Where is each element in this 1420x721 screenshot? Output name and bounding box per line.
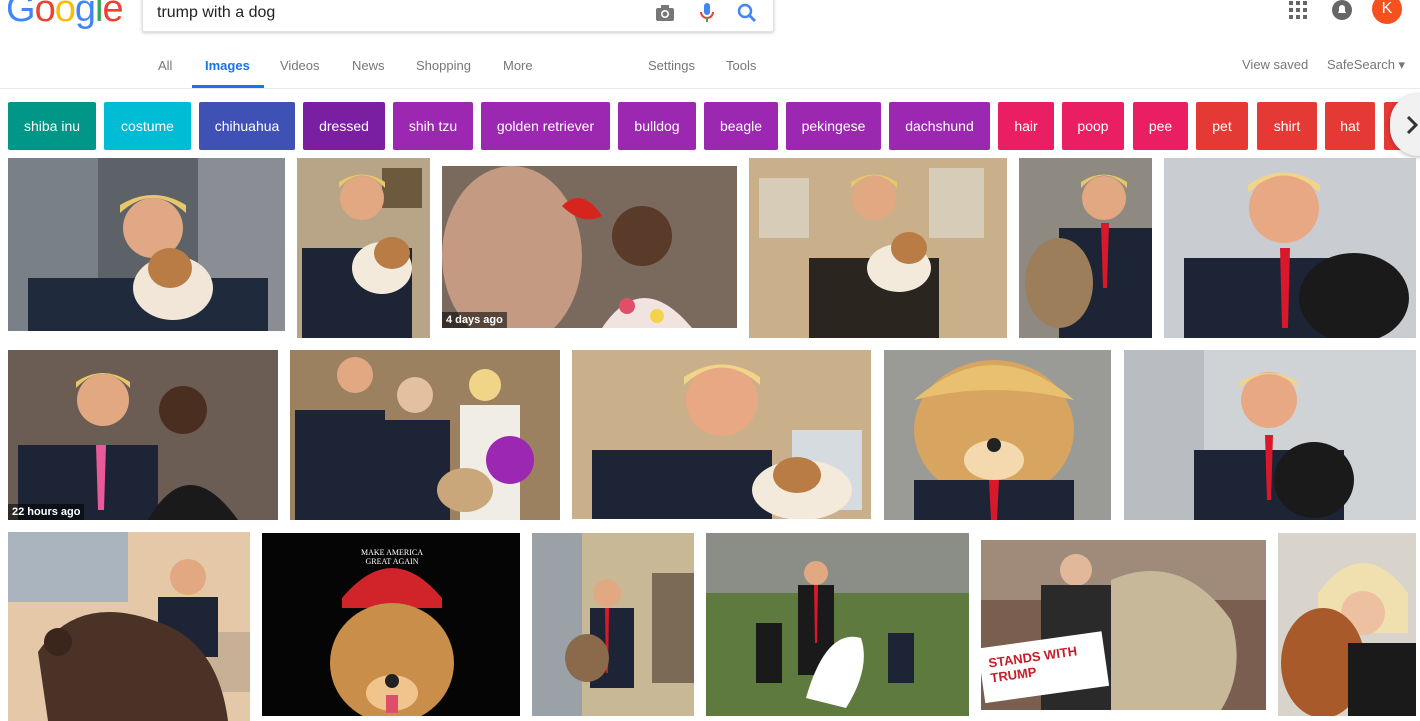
image-thumbnail: [749, 158, 1007, 338]
chip-costume[interactable]: costume: [104, 102, 191, 150]
image-result[interactable]: 4 days ago: [442, 166, 737, 328]
chip-pet[interactable]: pet: [1196, 102, 1248, 150]
search-tabs: All Images Videos News Shopping More Set…: [0, 52, 1420, 88]
image-result[interactable]: MAKE AMERICA GREAT AGAIN: [262, 533, 520, 716]
chip-chihuahua[interactable]: chihuahua: [199, 102, 295, 150]
chip-hair[interactable]: hair: [998, 102, 1054, 150]
chip-pekingese[interactable]: pekingese: [786, 102, 881, 150]
search-box: [142, 0, 774, 32]
safesearch-dropdown[interactable]: SafeSearch ▾: [1327, 57, 1405, 73]
image-thumbnail: [706, 533, 969, 716]
notifications-icon[interactable]: [1332, 0, 1352, 25]
tab-more[interactable]: More: [503, 58, 533, 73]
chevron-right-icon: [1406, 115, 1419, 135]
image-result[interactable]: [8, 532, 250, 721]
image-thumbnail: [1124, 350, 1416, 520]
image-thumbnail: [884, 350, 1111, 520]
image-thumbnail: [290, 350, 560, 520]
related-search-chips: shiba inu costume chihuahua dressed shih…: [0, 102, 1420, 150]
chip-pee[interactable]: pee: [1133, 102, 1188, 150]
image-thumbnail: [8, 158, 285, 331]
chip-beagle[interactable]: beagle: [704, 102, 778, 150]
header: Google K All Images Videos News Shopping…: [0, 0, 1420, 89]
image-thumbnail: [572, 350, 871, 519]
image-result[interactable]: 22 hours ago: [8, 350, 278, 520]
image-thumbnail: [297, 158, 430, 338]
account-avatar[interactable]: K: [1372, 0, 1402, 24]
image-result[interactable]: [572, 350, 871, 519]
tools-link[interactable]: Tools: [726, 58, 756, 73]
tab-all[interactable]: All: [158, 58, 172, 73]
tab-images[interactable]: Images: [205, 58, 250, 73]
search-icon[interactable]: [735, 1, 759, 25]
google-logo[interactable]: Google: [6, 0, 124, 31]
timestamp-badge: 22 hours ago: [8, 504, 85, 520]
tab-videos[interactable]: Videos: [280, 58, 320, 73]
image-thumbnail: [442, 166, 737, 328]
image-result[interactable]: [532, 533, 694, 716]
image-result[interactable]: [884, 350, 1111, 520]
image-thumbnail: [8, 532, 250, 721]
view-saved-link[interactable]: View saved: [1242, 57, 1308, 72]
image-result[interactable]: [706, 533, 969, 716]
image-result[interactable]: [749, 158, 1007, 338]
search-input[interactable]: [157, 1, 627, 25]
settings-link[interactable]: Settings: [648, 58, 695, 73]
chip-dressed[interactable]: dressed: [303, 102, 385, 150]
image-result[interactable]: [1019, 158, 1152, 338]
timestamp-badge: 4 days ago: [442, 312, 507, 328]
apps-grid-icon[interactable]: [1288, 0, 1308, 25]
chip-shiba-inu[interactable]: shiba inu: [8, 102, 96, 150]
chip-hat[interactable]: hat: [1325, 102, 1375, 150]
account-initial: K: [1381, 0, 1393, 17]
image-result[interactable]: [290, 350, 560, 520]
chip-poop[interactable]: poop: [1062, 102, 1124, 150]
image-thumbnail: [1019, 158, 1152, 338]
image-thumbnail: [8, 350, 278, 520]
chip-shirt[interactable]: shirt: [1257, 102, 1317, 150]
image-thumbnail: [532, 533, 694, 716]
image-thumbnail: [1164, 158, 1416, 338]
chip-dachshund[interactable]: dachshund: [889, 102, 990, 150]
image-thumbnail: [981, 540, 1266, 710]
active-tab-indicator: [192, 85, 264, 88]
hat-slogan: MAKE AMERICA GREAT AGAIN: [360, 548, 423, 566]
tab-news[interactable]: News: [352, 58, 385, 73]
tab-shopping[interactable]: Shopping: [416, 58, 471, 73]
image-thumbnail: [1278, 533, 1416, 716]
image-result[interactable]: [8, 158, 285, 331]
image-result[interactable]: [1164, 158, 1416, 338]
image-result[interactable]: [297, 158, 430, 338]
camera-icon[interactable]: [653, 1, 677, 25]
microphone-icon[interactable]: [695, 1, 719, 25]
image-result[interactable]: STANDS WITH TRUMP: [981, 540, 1266, 710]
image-result[interactable]: [1124, 350, 1416, 520]
chip-bulldog[interactable]: bulldog: [618, 102, 696, 150]
chip-golden-retriever[interactable]: golden retriever: [481, 102, 610, 150]
chip-shih-tzu[interactable]: shih tzu: [393, 102, 473, 150]
image-result[interactable]: [1278, 533, 1416, 716]
